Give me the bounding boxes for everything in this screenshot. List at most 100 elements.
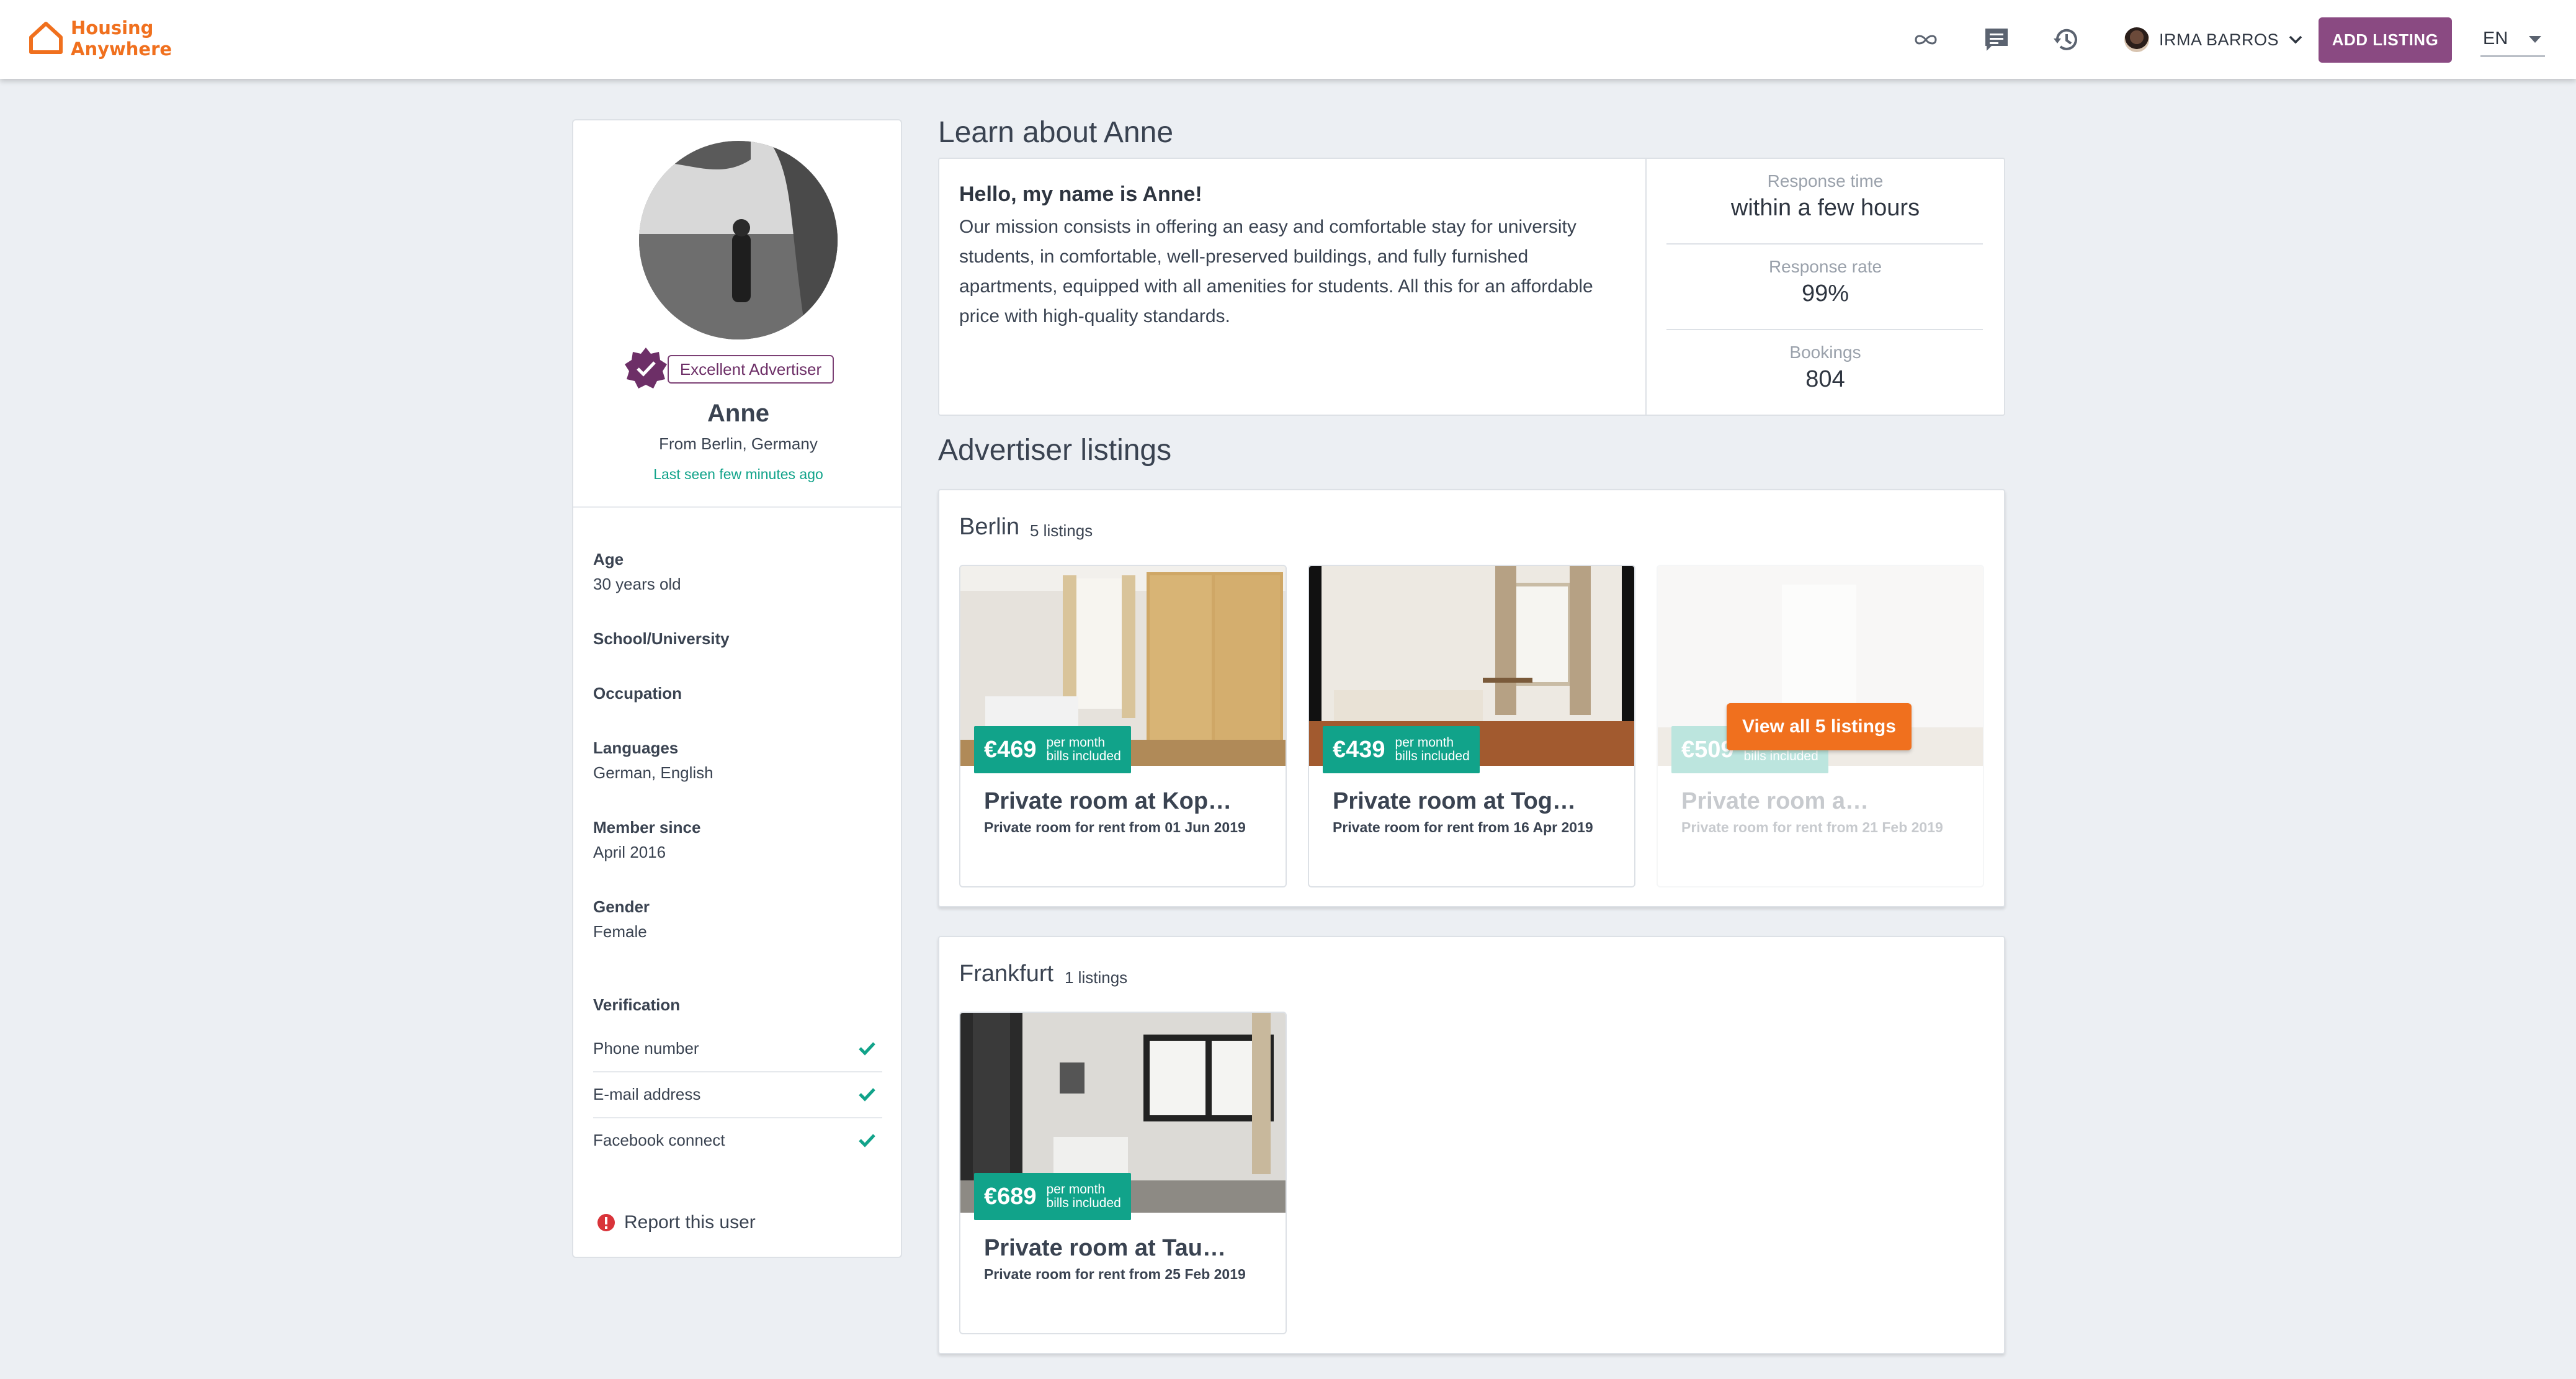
gender-value: Female [593, 922, 647, 941]
divider [573, 506, 901, 508]
verification-row-email: E-mail address [593, 1072, 882, 1118]
verification-label: Phone number [593, 1039, 699, 1058]
school-label: School/University [593, 629, 730, 648]
price-bills: bills included [1046, 1196, 1121, 1210]
city-listing-count: 1 listings [1065, 968, 1128, 987]
logo-line-1: Housing [71, 17, 154, 38]
listing-subtitle: Private room for rent from 21 Feb 2019 [1681, 819, 1943, 835]
top-navbar: Housing Anywhere IRMA BARROS ADD LISTING… [0, 0, 2576, 79]
history-icon[interactable] [2051, 25, 2081, 55]
stat-value: within a few hours [1730, 195, 1920, 221]
verification-label: Facebook connect [593, 1131, 725, 1149]
price-amount: €509 [1681, 736, 1734, 763]
stat-value: 804 [1805, 366, 1845, 392]
alert-icon [597, 1214, 615, 1231]
listing-card[interactable]: €439 per month bills included Private ro… [1308, 565, 1635, 887]
price-amount: €469 [984, 736, 1037, 763]
city-card-frankfurt: Frankfurt 1 listings €689 per month bill… [938, 936, 2005, 1354]
price-bills: bills included [1395, 749, 1470, 763]
member-since-label: Member since [593, 818, 701, 837]
badge-label: Excellent Advertiser [668, 355, 834, 384]
chevron-down-icon [2289, 35, 2302, 44]
price-tag: €469 per month bills included [974, 726, 1131, 773]
user-avatar [2124, 27, 2149, 52]
report-user-label: Report this user [624, 1212, 756, 1233]
member-since-value: April 2016 [593, 843, 666, 861]
price-per-month: per month [1046, 1182, 1106, 1197]
stat-response-rate: Response rate 99% [1647, 257, 2004, 307]
user-name: IRMA BARROS [2159, 30, 2279, 49]
profile-card: Excellent Advertiser Anne From Berlin, G… [572, 119, 902, 1258]
about-greeting: Hello, my name is Anne! [959, 182, 1202, 206]
price-tag: €439 per month bills included [1323, 726, 1480, 773]
occupation-label: Occupation [593, 684, 682, 703]
excellent-advertiser-badge: Excellent Advertiser [624, 346, 841, 390]
listings-heading: Advertiser listings [938, 434, 1172, 467]
listing-subtitle: Private room for rent from 25 Feb 2019 [984, 1266, 1246, 1282]
check-icon [859, 1134, 875, 1148]
listing-card[interactable]: €689 per month bills included Private ro… [959, 1012, 1287, 1334]
divider [1666, 243, 1983, 245]
stat-response-time: Response time within a few hours [1647, 171, 2004, 222]
user-menu[interactable]: IRMA BARROS [2124, 25, 2304, 55]
profile-name: Anne [707, 400, 769, 427]
price-note: per month bills included [1047, 1183, 1121, 1210]
price-amount: €439 [1333, 736, 1385, 763]
about-body-text: Our mission consists in offering an easy… [959, 217, 1593, 326]
age-label: Age [593, 550, 624, 568]
language-value: EN [2483, 29, 2508, 48]
logo-line-2: Anywhere [71, 38, 172, 60]
caret-down-icon [2529, 36, 2541, 43]
listing-title: Private room a… [1681, 788, 1869, 814]
price-per-month: per month [1395, 735, 1454, 750]
about-heading: Learn about Anne [938, 116, 1174, 149]
profile-photo [639, 141, 838, 339]
chat-icon[interactable] [1982, 25, 2011, 55]
view-all-listings-button[interactable]: View all 5 listings [1727, 703, 1912, 750]
price-bills: bills included [1046, 749, 1121, 763]
stat-label: Response time [1767, 171, 1884, 191]
city-name: Frankfurt [959, 961, 1054, 987]
listing-card[interactable]: €469 per month bills included Private ro… [959, 565, 1287, 887]
price-bills: bills included [1743, 749, 1818, 763]
logo-text: Housing Anywhere [71, 17, 172, 60]
verification-label: E-mail address [593, 1085, 701, 1103]
price-amount: €689 [984, 1183, 1037, 1210]
listing-title: Private room at Tau… [984, 1235, 1226, 1261]
stat-label: Response rate [1768, 257, 1882, 276]
price-note: per month bills included [1395, 736, 1470, 763]
profile-location: From Berlin, Germany [659, 434, 818, 453]
listing-subtitle: Private room for rent from 16 Apr 2019 [1333, 819, 1593, 835]
verification-row-phone: Phone number [593, 1026, 882, 1072]
stat-bookings: Bookings 804 [1647, 343, 2004, 393]
language-select[interactable]: EN [2480, 25, 2545, 57]
add-listing-button[interactable]: ADD LISTING [2319, 17, 2452, 63]
house-logo-icon [29, 22, 63, 54]
verification-title: Verification [593, 995, 681, 1014]
check-icon [859, 1088, 875, 1102]
stat-value: 99% [1801, 281, 1849, 307]
about-description: Hello, my name is Anne! Our mission cons… [939, 159, 1647, 415]
about-card: Hello, my name is Anne! Our mission cons… [938, 158, 2005, 416]
verified-seal-icon [625, 348, 667, 389]
listing-subtitle: Private room for rent from 01 Jun 2019 [984, 819, 1246, 835]
check-icon [859, 1042, 875, 1056]
verification-row-facebook: Facebook connect [593, 1118, 882, 1164]
gender-label: Gender [593, 897, 650, 916]
age-value: 30 years old [593, 575, 681, 593]
last-seen-status: Last seen few minutes ago [653, 466, 823, 482]
listing-title: Private room at Tog… [1333, 788, 1576, 814]
languages-value: German, English [593, 763, 713, 782]
infinity-icon[interactable] [1911, 25, 1941, 55]
city-name: Berlin [959, 514, 1020, 540]
price-tag: €689 per month bills included [974, 1173, 1131, 1220]
divider [1666, 329, 1983, 330]
languages-label: Languages [593, 739, 679, 757]
report-user-link[interactable]: Report this user [597, 1210, 756, 1235]
listing-title: Private room at Kop… [984, 788, 1232, 814]
city-listing-count: 5 listings [1030, 521, 1093, 540]
stat-label: Bookings [1789, 343, 1861, 362]
price-note: per month bills included [1047, 736, 1121, 763]
price-per-month: per month [1046, 735, 1106, 750]
housing-anywhere-logo[interactable]: Housing Anywhere [27, 16, 176, 62]
